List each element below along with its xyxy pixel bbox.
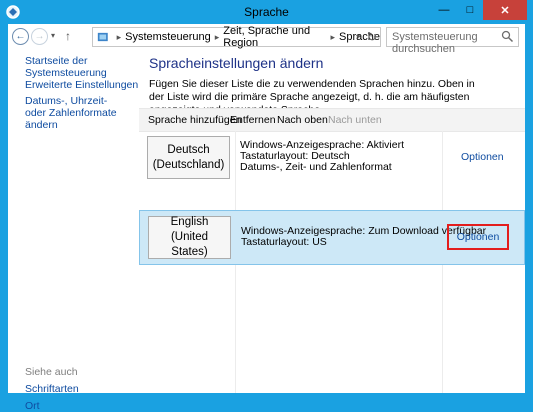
address-bar[interactable]: ▸ Systemsteuerung ▸ Zeit, Sprache und Re… <box>92 25 381 49</box>
move-down-button[interactable]: Nach unten <box>328 114 382 126</box>
language-button-deutsch[interactable]: Deutsch (Deutschland) <box>147 136 230 179</box>
breadcrumb-separator: ▸ <box>330 31 336 42</box>
page-title: Spracheinstellungen ändern <box>149 55 324 71</box>
client-area: ← → ▾ ↑ ▸ Systemsteuerung ▸ Zeit, Sprach… <box>8 24 525 412</box>
search-input[interactable]: Systemsteuerung durchsuchen <box>386 27 519 55</box>
link-advanced-settings[interactable]: Erweiterte Einstellungen <box>25 79 138 91</box>
link-control-panel-home[interactable]: Startseite der Systemsteuerung <box>25 55 142 79</box>
up-button[interactable]: ↑ <box>65 29 71 43</box>
forward-button[interactable]: → <box>31 28 48 45</box>
link-location[interactable]: Ort <box>25 400 40 412</box>
window-controls: — □ ✕ <box>431 0 527 20</box>
move-up-button[interactable]: Nach oben <box>277 114 328 126</box>
maximize-button[interactable]: □ <box>457 0 483 20</box>
language-details: Windows-Anzeigesprache: Aktiviert Tastat… <box>240 140 404 173</box>
breadcrumb-zeit-sprache-region[interactable]: Zeit, Sprache und Region <box>223 25 326 49</box>
window: Sprache — □ ✕ ← → ▾ ↑ ▸ Systemsteuerung … <box>0 0 533 412</box>
navigation-bar: ← → ▾ ↑ ▸ Systemsteuerung ▸ Zeit, Sprach… <box>8 24 525 55</box>
control-panel-icon <box>97 32 108 42</box>
breadcrumb-separator: ▸ <box>116 31 122 42</box>
language-toolbar: Sprache hinzufügen Entfernen Nach oben N… <box>139 108 525 132</box>
formats-info: Datums-, Zeit- und Zahlenformat <box>240 161 392 173</box>
breadcrumb-systemsteuerung[interactable]: Systemsteuerung <box>125 31 211 43</box>
refresh-icon[interactable]: ↻ <box>367 30 377 44</box>
language-row-deutsch[interactable]: Deutsch (Deutschland) Windows-Anzeigespr… <box>139 131 525 186</box>
options-link-english[interactable]: Optionen <box>447 224 509 250</box>
forward-icon: → <box>34 31 45 42</box>
link-date-time-formats[interactable]: Datums-, Uhrzeit- oder Zahlenformate änd… <box>25 95 125 131</box>
recent-pages-dropdown[interactable]: ▾ <box>51 31 55 40</box>
search-placeholder: Systemsteuerung durchsuchen <box>392 31 478 55</box>
title-bar: Sprache — □ ✕ <box>0 0 533 24</box>
add-language-button[interactable]: Sprache hinzufügen <box>148 114 241 126</box>
search-icon[interactable] <box>501 30 514 43</box>
left-pane: Startseite der Systemsteuerung Erweitert… <box>8 52 142 412</box>
back-icon: ← <box>15 31 26 42</box>
remove-button[interactable]: Entfernen <box>230 114 276 126</box>
address-dropdown-icon[interactable]: ▾ <box>356 32 360 41</box>
language-button-english[interactable]: English (United States) <box>148 216 231 259</box>
see-also-label: Siehe auch <box>25 366 78 378</box>
back-button[interactable]: ← <box>12 28 29 45</box>
language-list: Deutsch (Deutschland) Windows-Anzeigespr… <box>139 131 525 393</box>
options-link-deutsch[interactable]: Optionen <box>461 151 504 163</box>
minimize-button[interactable]: — <box>431 0 457 20</box>
breadcrumb-separator: ▸ <box>214 31 220 42</box>
link-fonts[interactable]: Schriftarten <box>25 383 79 395</box>
close-button[interactable]: ✕ <box>483 0 527 20</box>
